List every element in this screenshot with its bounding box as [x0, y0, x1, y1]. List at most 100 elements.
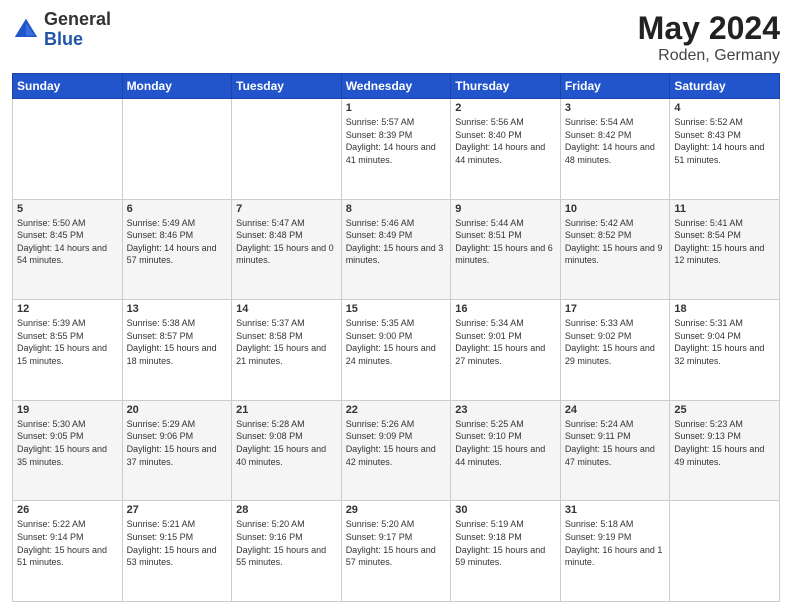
- calendar-cell: 24Sunrise: 5:24 AMSunset: 9:11 PMDayligh…: [560, 400, 670, 501]
- day-info: Sunrise: 5:20 AMSunset: 9:16 PMDaylight:…: [236, 518, 337, 568]
- day-info: Sunrise: 5:37 AMSunset: 8:58 PMDaylight:…: [236, 317, 337, 367]
- calendar-cell: 17Sunrise: 5:33 AMSunset: 9:02 PMDayligh…: [560, 300, 670, 401]
- day-header-monday: Monday: [122, 74, 232, 99]
- calendar: SundayMondayTuesdayWednesdayThursdayFrid…: [12, 73, 780, 602]
- calendar-cell: [122, 99, 232, 200]
- calendar-cell: 11Sunrise: 5:41 AMSunset: 8:54 PMDayligh…: [670, 199, 780, 300]
- calendar-week-2: 5Sunrise: 5:50 AMSunset: 8:45 PMDaylight…: [13, 199, 780, 300]
- calendar-cell: 1Sunrise: 5:57 AMSunset: 8:39 PMDaylight…: [341, 99, 451, 200]
- day-number: 10: [565, 203, 666, 215]
- calendar-cell: 13 Sunrise: 5:38 AMSunset: 8:57 PMDayligh…: [122, 300, 232, 401]
- calendar-week-5: 26Sunrise: 5:22 AMSunset: 9:14 PMDayligh…: [13, 501, 780, 602]
- day-number: 3: [565, 102, 666, 114]
- calendar-cell: 4 Sunrise: 5:52 AMSunset: 8:43 PMDaylight…: [670, 99, 780, 200]
- calendar-cell: [670, 501, 780, 602]
- day-info: Sunrise: 5:42 AMSunset: 8:52 PMDaylight:…: [565, 217, 666, 267]
- day-info: Sunrise: 5:47 AMSunset: 8:48 PMDaylight:…: [236, 217, 337, 267]
- calendar-cell: 12 Sunrise: 5:39 AMSunset: 8:55 PMDayligh…: [13, 300, 123, 401]
- day-info: Sunrise: 5:29 AMSunset: 9:06 PMDaylight:…: [127, 418, 228, 468]
- day-info: Sunrise: 5:28 AMSunset: 9:08 PMDaylight:…: [236, 418, 337, 468]
- title-section: May 2024 Roden, Germany: [638, 10, 780, 65]
- calendar-cell: [13, 99, 123, 200]
- day-number: 26: [17, 504, 118, 516]
- day-info: Sunrise: 5:52 AMSunset: 8:43 PMDaylight:…: [674, 116, 775, 166]
- calendar-cell: 10 Sunrise: 5:42 AMSunset: 8:52 PMDayligh…: [560, 199, 670, 300]
- calendar-week-1: 1Sunrise: 5:57 AMSunset: 8:39 PMDaylight…: [13, 99, 780, 200]
- day-number: 19: [17, 404, 118, 416]
- month-title: May 2024: [638, 10, 780, 47]
- calendar-cell: 15 Sunrise: 5:35 AMSunset: 9:00 PMDayligh…: [341, 300, 451, 401]
- calendar-cell: 27 Sunrise: 5:21 AMSunset: 9:15 PMDayligh…: [122, 501, 232, 602]
- day-info: Sunrise: 5:20 AMSunset: 9:17 PMDaylight:…: [346, 518, 447, 568]
- logo-general-text: General: [44, 10, 111, 30]
- day-number: 24: [565, 404, 666, 416]
- day-number: 21: [236, 404, 337, 416]
- day-info: Sunrise: 5:54 AMSunset: 8:42 PMDaylight:…: [565, 116, 666, 166]
- day-number: 29: [346, 504, 447, 516]
- calendar-cell: 19 Sunrise: 5:30 AMSunset: 9:05 PMDayligh…: [13, 400, 123, 501]
- day-info: Sunrise: 5:44 AMSunset: 8:51 PMDaylight:…: [455, 217, 556, 267]
- day-number: 28: [236, 504, 337, 516]
- day-number: 25: [674, 404, 775, 416]
- calendar-cell: 26Sunrise: 5:22 AMSunset: 9:14 PMDayligh…: [13, 501, 123, 602]
- day-number: 30: [455, 504, 556, 516]
- day-header-thursday: Thursday: [451, 74, 561, 99]
- calendar-cell: 7Sunrise: 5:47 AMSunset: 8:48 PMDaylight…: [232, 199, 342, 300]
- calendar-cell: 5Sunrise: 5:50 AMSunset: 8:45 PMDaylight…: [13, 199, 123, 300]
- day-info: Sunrise: 5:18 AMSunset: 9:19 PMDaylight:…: [565, 518, 666, 568]
- day-number: 22: [346, 404, 447, 416]
- calendar-cell: 2Sunrise: 5:56 AMSunset: 8:40 PMDaylight…: [451, 99, 561, 200]
- day-header-saturday: Saturday: [670, 74, 780, 99]
- day-info: Sunrise: 5:46 AMSunset: 8:49 PMDaylight:…: [346, 217, 447, 267]
- day-info: Sunrise: 5:34 AMSunset: 9:01 PMDaylight:…: [455, 317, 556, 367]
- day-number: 16: [455, 303, 556, 315]
- day-info: Sunrise: 5:30 AMSunset: 9:05 PMDaylight:…: [17, 418, 118, 468]
- day-info: Sunrise: 5:26 AMSunset: 9:09 PMDaylight:…: [346, 418, 447, 468]
- day-info: Sunrise: 5:56 AMSunset: 8:40 PMDaylight:…: [455, 116, 556, 166]
- day-number: 15: [346, 303, 447, 315]
- calendar-cell: 8 Sunrise: 5:46 AMSunset: 8:49 PMDaylight…: [341, 199, 451, 300]
- day-info: Sunrise: 5:21 AMSunset: 9:15 PMDaylight:…: [127, 518, 228, 568]
- day-number: 14: [236, 303, 337, 315]
- day-number: 27: [127, 504, 228, 516]
- calendar-cell: 22 Sunrise: 5:26 AMSunset: 9:09 PMDayligh…: [341, 400, 451, 501]
- day-number: 20: [127, 404, 228, 416]
- day-number: 12: [17, 303, 118, 315]
- calendar-header-row: SundayMondayTuesdayWednesdayThursdayFrid…: [13, 74, 780, 99]
- day-header-tuesday: Tuesday: [232, 74, 342, 99]
- calendar-cell: 28 Sunrise: 5:20 AMSunset: 9:16 PMDayligh…: [232, 501, 342, 602]
- day-info: Sunrise: 5:38 AMSunset: 8:57 PMDaylight:…: [127, 317, 228, 367]
- logo-text: General Blue: [44, 10, 111, 50]
- day-info: Sunrise: 5:57 AMSunset: 8:39 PMDaylight:…: [346, 116, 447, 166]
- calendar-cell: 23Sunrise: 5:25 AMSunset: 9:10 PMDayligh…: [451, 400, 561, 501]
- day-number: 13: [127, 303, 228, 315]
- day-number: 17: [565, 303, 666, 315]
- day-number: 8: [346, 203, 447, 215]
- location: Roden, Germany: [638, 47, 780, 65]
- day-number: 5: [17, 203, 118, 215]
- calendar-cell: 21 Sunrise: 5:28 AMSunset: 9:08 PMDayligh…: [232, 400, 342, 501]
- calendar-cell: 20 Sunrise: 5:29 AMSunset: 9:06 PMDayligh…: [122, 400, 232, 501]
- day-number: 9: [455, 203, 556, 215]
- logo-blue-text: Blue: [44, 30, 111, 50]
- day-number: 4: [674, 102, 775, 114]
- day-header-wednesday: Wednesday: [341, 74, 451, 99]
- calendar-week-3: 12 Sunrise: 5:39 AMSunset: 8:55 PMDayligh…: [13, 300, 780, 401]
- day-header-sunday: Sunday: [13, 74, 123, 99]
- day-info: Sunrise: 5:39 AMSunset: 8:55 PMDaylight:…: [17, 317, 118, 367]
- header: General Blue May 2024 Roden, Germany: [12, 10, 780, 65]
- day-number: 23: [455, 404, 556, 416]
- day-number: 18: [674, 303, 775, 315]
- calendar-cell: [232, 99, 342, 200]
- calendar-cell: 16 Sunrise: 5:34 AMSunset: 9:01 PMDayligh…: [451, 300, 561, 401]
- page: General Blue May 2024 Roden, Germany Sun…: [0, 0, 792, 612]
- day-number: 6: [127, 203, 228, 215]
- calendar-cell: 31Sunrise: 5:18 AMSunset: 9:19 PMDayligh…: [560, 501, 670, 602]
- day-info: Sunrise: 5:23 AMSunset: 9:13 PMDaylight:…: [674, 418, 775, 468]
- calendar-cell: 30 Sunrise: 5:19 AMSunset: 9:18 PMDayligh…: [451, 501, 561, 602]
- day-number: 11: [674, 203, 775, 215]
- calendar-cell: 6Sunrise: 5:49 AMSunset: 8:46 PMDaylight…: [122, 199, 232, 300]
- day-info: Sunrise: 5:19 AMSunset: 9:18 PMDaylight:…: [455, 518, 556, 568]
- day-info: Sunrise: 5:35 AMSunset: 9:00 PMDaylight:…: [346, 317, 447, 367]
- calendar-cell: 29 Sunrise: 5:20 AMSunset: 9:17 PMDayligh…: [341, 501, 451, 602]
